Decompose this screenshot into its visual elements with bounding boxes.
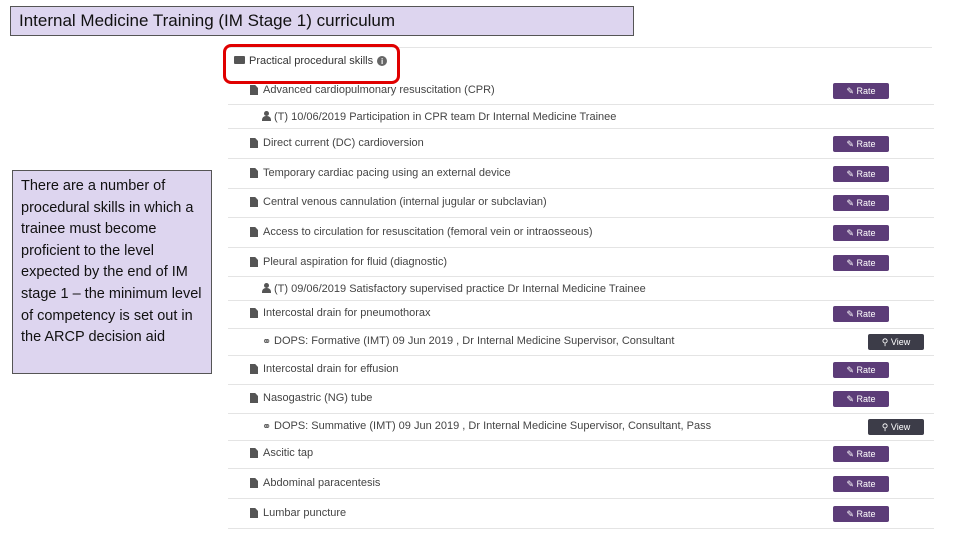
evidence-label: DOPS: Formative (IMT) 09 Jun 2019 , Dr I… [274,335,675,347]
rate-button[interactable]: ✎ Rate [833,225,889,241]
skill-row-ascitic-tap: Ascitic tap ✎ Rate [228,442,934,469]
evidence-label: DOPS: Summative (IMT) 09 Jun 2019 , Dr I… [274,420,712,432]
evidence-label: (T) 10/06/2019 Participation in CPR team… [274,111,617,123]
skill-row-dc-cardioversion: Direct current (DC) cardioversion ✎ Rate [228,132,934,159]
skill-row-circulation-access: Access to circulation for resuscitation … [228,221,934,248]
user-icon [262,111,271,121]
view-button[interactable]: ⚲ View [868,419,924,435]
evidence-row-cpr[interactable]: (T) 10/06/2019 Participation in CPR team… [228,105,934,129]
document-icon [250,227,258,237]
document-icon [250,197,258,207]
document-icon [250,448,258,458]
document-icon [250,393,258,403]
rate-button[interactable]: ✎ Rate [833,506,889,522]
link-icon: ⚭ [262,421,272,433]
evidence-row-pleural[interactable]: (T) 09/06/2019 Satisfactory supervised p… [228,277,934,301]
skill-label: Intercostal drain for effusion [263,363,399,375]
skill-row-paracentesis: Abdominal paracentesis ✎ Rate [228,472,934,499]
document-icon [250,508,258,518]
rate-button[interactable]: ✎ Rate [833,83,889,99]
rate-button[interactable]: ✎ Rate [833,446,889,462]
rate-button[interactable]: ✎ Rate [833,391,889,407]
explanatory-note: There are a number of procedural skills … [12,170,212,374]
rate-button[interactable]: ✎ Rate [833,166,889,182]
rate-button[interactable]: ✎ Rate [833,476,889,492]
skill-row-central-venous: Central venous cannulation (internal jug… [228,191,934,218]
skill-row-ng-tube: Nasogastric (NG) tube ✎ Rate [228,387,934,414]
view-button[interactable]: ⚲ View [868,334,924,350]
skill-row-drain-effusion: Intercostal drain for effusion ✎ Rate [228,358,934,385]
skill-label: Advanced cardiopulmonary resuscitation (… [263,84,495,96]
document-icon [250,478,258,488]
document-icon [250,85,258,95]
highlight-box [223,44,400,84]
document-icon [250,168,258,178]
document-icon [250,364,258,374]
rate-button[interactable]: ✎ Rate [833,362,889,378]
skill-row-lumbar-puncture: Lumbar puncture ✎ Rate [228,502,934,529]
evidence-row-dops-formative: ⚭ DOPS: Formative (IMT) 09 Jun 2019 , Dr… [228,329,934,356]
skill-label: Ascitic tap [263,447,314,459]
rate-button[interactable]: ✎ Rate [833,195,889,211]
skill-label: Temporary cardiac pacing using an extern… [263,167,511,179]
skill-row-cardiac-pacing: Temporary cardiac pacing using an extern… [228,162,934,189]
skill-label: Lumbar puncture [263,507,347,519]
skill-label: Abdominal paracentesis [263,477,381,489]
skill-label: Direct current (DC) cardioversion [263,137,424,149]
evidence-label: (T) 09/06/2019 Satisfactory supervised p… [274,283,646,295]
skill-label: Intercostal drain for pneumothorax [263,307,431,319]
rate-button[interactable]: ✎ Rate [833,306,889,322]
rate-button[interactable]: ✎ Rate [833,255,889,271]
user-icon [262,283,271,293]
link-icon: ⚭ [262,336,272,348]
skill-label: Pleural aspiration for fluid (diagnostic… [263,256,448,268]
skill-label: Access to circulation for resuscitation … [263,226,593,238]
document-icon [250,308,258,318]
evidence-row-dops-summative: ⚭ DOPS: Summative (IMT) 09 Jun 2019 , Dr… [228,414,934,441]
document-icon [250,257,258,267]
skill-row-drain-pneumothorax: Intercostal drain for pneumothorax ✎ Rat… [228,302,934,329]
skill-row-pleural-aspiration: Pleural aspiration for fluid (diagnostic… [228,251,934,277]
rate-button[interactable]: ✎ Rate [833,136,889,152]
document-icon [250,138,258,148]
skill-label: Central venous cannulation (internal jug… [263,196,547,208]
skill-label: Nasogastric (NG) tube [263,392,373,404]
